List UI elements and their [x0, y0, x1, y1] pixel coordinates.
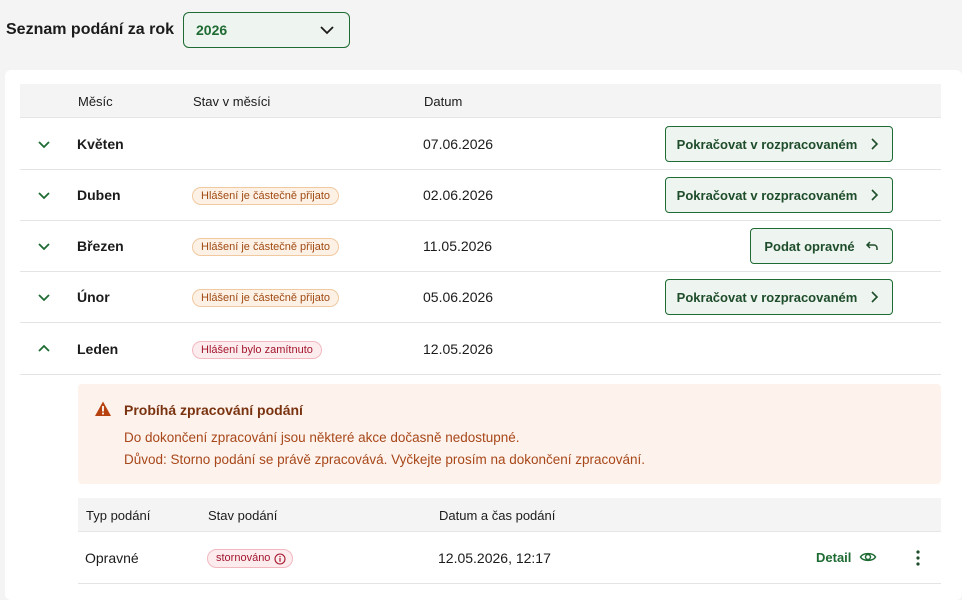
submission-status-badge: stornováno — [207, 549, 294, 568]
status-badge: Hlášení je částečně přijato — [192, 187, 340, 205]
chevron-down-icon[interactable] — [36, 289, 52, 305]
chevron-up-icon[interactable] — [36, 341, 52, 357]
alert-message: Do dokončení zpracování jsou některé akc… — [124, 430, 520, 445]
submit-correction-button[interactable]: Podat opravné — [750, 228, 893, 264]
submission-status-label: stornováno — [216, 552, 271, 564]
submit-correction-button-label: Podat opravné — [764, 238, 855, 254]
date-value: 11.05.2026 — [423, 238, 493, 254]
continue-button-label: Pokračovat v rozpracovaném — [676, 136, 858, 152]
table-header: Měsíc Stav v měsíci Datum — [20, 84, 941, 118]
detail-link-label: Detail — [816, 549, 852, 565]
month-label: Leden — [77, 341, 119, 357]
processing-alert: Probíhá zpracování podání Do dokončení z… — [78, 384, 941, 484]
chevron-right-icon — [871, 189, 879, 201]
date-value: 07.06.2026 — [423, 136, 494, 152]
submission-datetime: 12.05.2026, 12:17 — [438, 550, 551, 566]
alert-reason: Důvod: Storno podání se právě zpracovává… — [124, 452, 646, 467]
undo-arrow-icon — [865, 241, 878, 250]
submission-table-header: Typ podání Stav podání Datum a čas podán… — [78, 498, 941, 532]
table-row: Leden Hlášení bylo zamítnuto 12.05.2026 — [20, 324, 941, 375]
column-header-date: Datum — [424, 94, 463, 109]
chevron-right-icon — [871, 138, 879, 150]
month-label: Únor — [77, 289, 110, 305]
status-badge: Hlášení je částečně přijato — [192, 289, 340, 307]
info-icon[interactable] — [274, 552, 286, 565]
column-header-type: Typ podání — [86, 508, 151, 523]
table-row: Březen Hlášení je částečně přijato 11.05… — [20, 221, 941, 272]
alert-title: Probíhá zpracování podání — [124, 402, 303, 418]
chevron-down-icon[interactable] — [36, 136, 52, 152]
chevron-down-icon[interactable] — [36, 238, 52, 254]
month-label: Duben — [77, 187, 121, 203]
submission-type: Opravné — [85, 550, 139, 566]
continue-button[interactable]: Pokračovat v rozpracovaném — [665, 177, 893, 213]
warning-icon — [95, 401, 111, 416]
table-row: Duben Hlášení je částečně přijato 02.06.… — [20, 170, 941, 221]
chevron-down-icon — [320, 26, 334, 35]
status-badge: Hlášení je částečně přijato — [192, 238, 340, 256]
year-select[interactable]: 2026 — [183, 12, 350, 48]
page-header: Seznam podání za rok — [6, 12, 174, 48]
column-header-month: Měsíc — [78, 94, 113, 109]
chevron-down-icon[interactable] — [36, 187, 52, 203]
page-title: Seznam podání za rok — [6, 21, 175, 38]
table-row: Květen 07.06.2026 Pokračovat v rozpracov… — [20, 119, 941, 170]
eye-icon — [860, 552, 877, 562]
month-label: Květen — [77, 136, 124, 152]
continue-button[interactable]: Pokračovat v rozpracovaném — [665, 126, 893, 162]
month-label: Březen — [77, 238, 124, 254]
continue-button[interactable]: Pokračovat v rozpracovaném — [665, 279, 893, 315]
detail-link[interactable]: Detail — [816, 548, 877, 566]
year-select-value: 2026 — [196, 22, 228, 38]
date-value: 05.06.2026 — [423, 289, 494, 305]
column-header-status: Stav v měsíci — [193, 94, 271, 109]
table-row: Únor Hlášení je částečně přijato 05.06.2… — [20, 272, 941, 323]
continue-button-label: Pokračovat v rozpracovaném — [676, 289, 858, 305]
column-header-submission-status: Stav podání — [208, 508, 278, 523]
more-options-icon[interactable] — [908, 548, 928, 568]
submission-row: Opravné stornováno 12.05.2026, 12:17 Det… — [78, 532, 941, 584]
continue-button-label: Pokračovat v rozpracovaném — [676, 187, 858, 203]
submissions-card: Měsíc Stav v měsíci Datum Květen 07.06.2… — [5, 70, 962, 600]
chevron-right-icon — [871, 291, 879, 303]
date-value: 02.06.2026 — [423, 187, 494, 203]
date-value: 12.05.2026 — [423, 341, 494, 357]
column-header-datetime: Datum a čas podání — [439, 508, 556, 523]
status-badge: Hlášení bylo zamítnuto — [192, 341, 322, 359]
